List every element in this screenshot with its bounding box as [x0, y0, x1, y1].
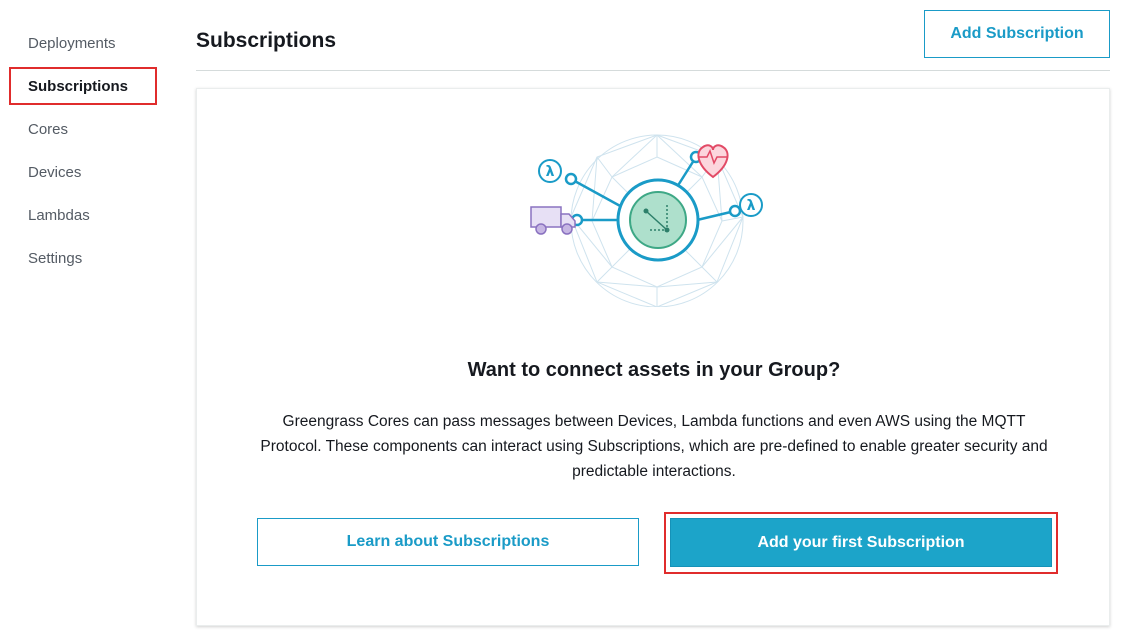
- sidebar-item-settings[interactable]: Settings: [28, 250, 82, 267]
- empty-state-card: λ λ Want to connect assets in your Group…: [196, 88, 1110, 626]
- sidebar-item-cores[interactable]: Cores: [28, 121, 68, 138]
- svg-text:λ: λ: [747, 198, 756, 214]
- greengrass-illustration: λ λ: [530, 134, 763, 307]
- sidebar-item-subscriptions[interactable]: Subscriptions: [28, 78, 128, 95]
- sidebar-nav: Deployments Subscriptions Cores Devices …: [0, 0, 180, 640]
- sidebar-item-deployments[interactable]: Deployments: [28, 35, 116, 52]
- truck-icon: [530, 206, 576, 235]
- add-subscription-button[interactable]: Add Subscription: [924, 10, 1110, 58]
- page-title: Subscriptions: [196, 29, 337, 52]
- empty-state-heading: Want to connect assets in your Group?: [467, 359, 841, 381]
- svg-text:λ: λ: [546, 164, 555, 180]
- page: Deployments Subscriptions Cores Devices …: [0, 0, 1126, 640]
- sidebar-item-lambdas[interactable]: Lambdas: [28, 207, 90, 224]
- sidebar-item-devices[interactable]: Devices: [28, 164, 81, 181]
- header-divider: [196, 70, 1110, 71]
- lambda-icon: λ: [739, 193, 763, 217]
- empty-state-description: Greengrass Cores can pass messages betwe…: [260, 413, 1048, 480]
- learn-about-subscriptions-button[interactable]: Learn about Subscriptions: [257, 518, 639, 566]
- greengrass-core-icon: [616, 178, 700, 262]
- add-first-subscription-button[interactable]: Add your first Subscription: [670, 518, 1052, 567]
- lambda-icon: λ: [538, 159, 562, 183]
